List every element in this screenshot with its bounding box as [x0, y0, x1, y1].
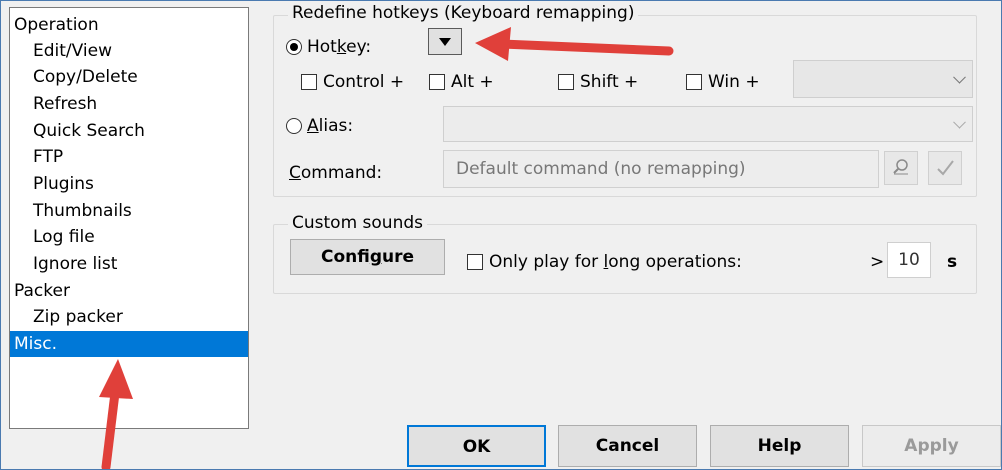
- annotation-arrows: [99, 27, 674, 469]
- red-arrow-icon: [475, 27, 674, 61]
- red-arrow-icon: [99, 359, 133, 469]
- options-dialog: Operation Edit/View Copy/Delete Refresh …: [0, 0, 1002, 470]
